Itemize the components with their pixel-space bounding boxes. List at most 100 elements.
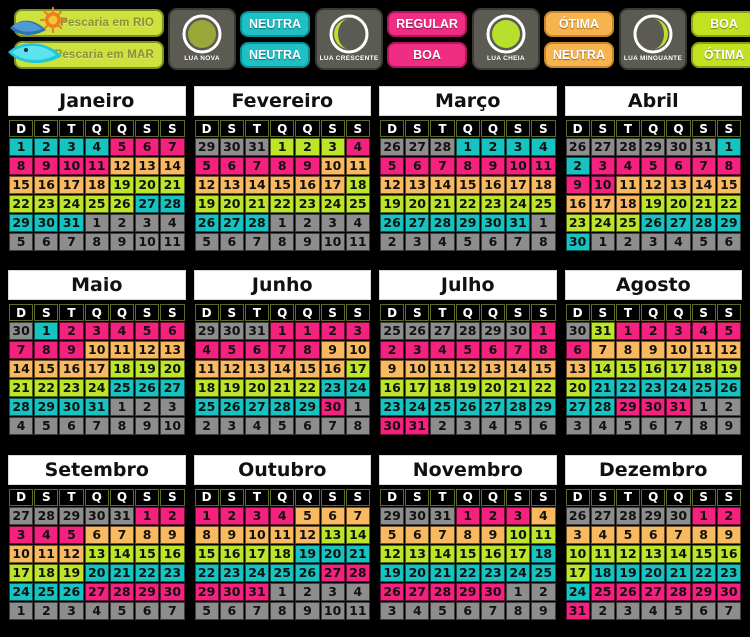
- day-cell[interactable]: 14: [430, 544, 455, 563]
- day-cell[interactable]: 1: [194, 506, 219, 525]
- day-cell[interactable]: 22: [9, 195, 34, 213]
- day-cell[interactable]: 19: [455, 379, 480, 398]
- day-cell[interactable]: 1: [345, 398, 370, 417]
- day-cell[interactable]: 27: [405, 214, 430, 232]
- day-cell[interactable]: 3: [244, 506, 270, 525]
- day-cell[interactable]: 4: [244, 417, 270, 436]
- day-cell[interactable]: 8: [270, 233, 295, 251]
- day-cell[interactable]: 15: [455, 544, 480, 563]
- day-cell[interactable]: 30: [84, 506, 109, 525]
- day-cell[interactable]: 26: [135, 379, 160, 398]
- day-cell[interactable]: 6: [405, 525, 430, 544]
- day-cell[interactable]: 27: [160, 379, 185, 398]
- day-cell[interactable]: 13: [84, 544, 109, 563]
- day-cell[interactable]: 7: [480, 601, 506, 620]
- moon-card-lua-nova[interactable]: LUA NOVA: [168, 8, 236, 70]
- day-cell[interactable]: 11: [270, 525, 295, 544]
- day-cell[interactable]: 5: [59, 525, 84, 544]
- day-cell[interactable]: 25: [34, 582, 59, 601]
- day-cell[interactable]: 9: [320, 341, 345, 360]
- day-cell[interactable]: 14: [345, 525, 370, 544]
- day-cell[interactable]: 20: [160, 360, 185, 379]
- day-cell[interactable]: 29: [9, 214, 34, 232]
- day-cell[interactable]: 9: [295, 601, 320, 620]
- day-cell[interactable]: 6: [160, 322, 185, 341]
- day-cell[interactable]: 20: [84, 563, 109, 582]
- day-cell[interactable]: 1: [109, 398, 135, 417]
- day-cell[interactable]: 22: [455, 195, 480, 213]
- day-cell[interactable]: 9: [641, 341, 666, 360]
- day-cell[interactable]: 14: [666, 544, 691, 563]
- day-cell[interactable]: 28: [9, 398, 34, 417]
- day-cell[interactable]: 2: [135, 398, 160, 417]
- day-cell[interactable]: 17: [405, 379, 430, 398]
- day-cell[interactable]: 16: [480, 544, 506, 563]
- day-cell[interactable]: 8: [34, 341, 59, 360]
- day-cell[interactable]: 3: [9, 525, 34, 544]
- day-cell[interactable]: 23: [160, 563, 185, 582]
- day-cell[interactable]: 8: [531, 233, 556, 251]
- day-cell[interactable]: 30: [160, 582, 185, 601]
- day-cell[interactable]: 9: [295, 233, 320, 251]
- day-cell[interactable]: 4: [345, 582, 370, 601]
- day-cell[interactable]: 27: [219, 214, 244, 232]
- day-cell[interactable]: 11: [531, 157, 556, 175]
- day-cell[interactable]: 31: [109, 506, 135, 525]
- day-cell[interactable]: 3: [219, 417, 244, 436]
- day-cell[interactable]: 14: [430, 176, 455, 194]
- day-cell[interactable]: 20: [641, 563, 666, 582]
- day-cell[interactable]: 13: [666, 176, 691, 194]
- day-cell[interactable]: 16: [480, 176, 506, 194]
- day-cell[interactable]: 9: [380, 360, 405, 379]
- day-cell[interactable]: 8: [270, 157, 295, 175]
- day-cell[interactable]: 2: [716, 506, 741, 525]
- day-cell[interactable]: 9: [160, 525, 185, 544]
- day-cell[interactable]: 7: [244, 157, 270, 175]
- day-cell[interactable]: 10: [244, 525, 270, 544]
- day-cell[interactable]: 1: [135, 506, 160, 525]
- day-cell[interactable]: 31: [244, 582, 270, 601]
- day-cell[interactable]: 15: [295, 360, 320, 379]
- day-cell[interactable]: 10: [9, 544, 34, 563]
- day-cell[interactable]: 7: [430, 525, 455, 544]
- day-cell[interactable]: 21: [270, 379, 295, 398]
- day-cell[interactable]: 5: [641, 157, 666, 175]
- day-cell[interactable]: 4: [666, 233, 691, 251]
- day-cell[interactable]: 17: [565, 563, 590, 582]
- day-cell[interactable]: 27: [84, 582, 109, 601]
- day-cell[interactable]: 24: [9, 582, 34, 601]
- day-cell[interactable]: 17: [590, 195, 615, 213]
- day-cell[interactable]: 16: [716, 544, 741, 563]
- day-cell[interactable]: 27: [9, 506, 34, 525]
- day-cell[interactable]: 5: [716, 322, 741, 341]
- day-cell[interactable]: 24: [565, 582, 590, 601]
- day-cell[interactable]: 19: [109, 176, 135, 194]
- day-cell[interactable]: 16: [34, 176, 59, 194]
- day-cell[interactable]: 19: [380, 563, 405, 582]
- day-cell[interactable]: 4: [405, 601, 430, 620]
- day-cell[interactable]: 16: [160, 544, 185, 563]
- day-cell[interactable]: 2: [59, 322, 84, 341]
- day-cell[interactable]: 29: [135, 582, 160, 601]
- day-cell[interactable]: 6: [320, 506, 345, 525]
- day-cell[interactable]: 6: [716, 233, 741, 251]
- day-cell[interactable]: 1: [455, 138, 480, 156]
- day-cell[interactable]: 30: [666, 138, 691, 156]
- day-cell[interactable]: 25: [345, 195, 370, 213]
- day-cell[interactable]: 31: [244, 138, 270, 156]
- day-cell[interactable]: 14: [244, 176, 270, 194]
- day-cell[interactable]: 5: [615, 417, 641, 436]
- day-cell[interactable]: 20: [405, 563, 430, 582]
- day-cell[interactable]: 24: [506, 563, 531, 582]
- day-cell[interactable]: 11: [345, 157, 370, 175]
- day-cell[interactable]: 1: [531, 322, 556, 341]
- day-cell[interactable]: 23: [59, 379, 84, 398]
- day-cell[interactable]: 28: [430, 214, 455, 232]
- day-cell[interactable]: 5: [615, 525, 641, 544]
- day-cell[interactable]: 14: [9, 360, 34, 379]
- day-cell[interactable]: 24: [345, 379, 370, 398]
- day-cell[interactable]: 18: [691, 360, 716, 379]
- day-cell[interactable]: 30: [219, 322, 244, 341]
- day-cell[interactable]: 22: [615, 379, 641, 398]
- day-cell[interactable]: 2: [430, 417, 455, 436]
